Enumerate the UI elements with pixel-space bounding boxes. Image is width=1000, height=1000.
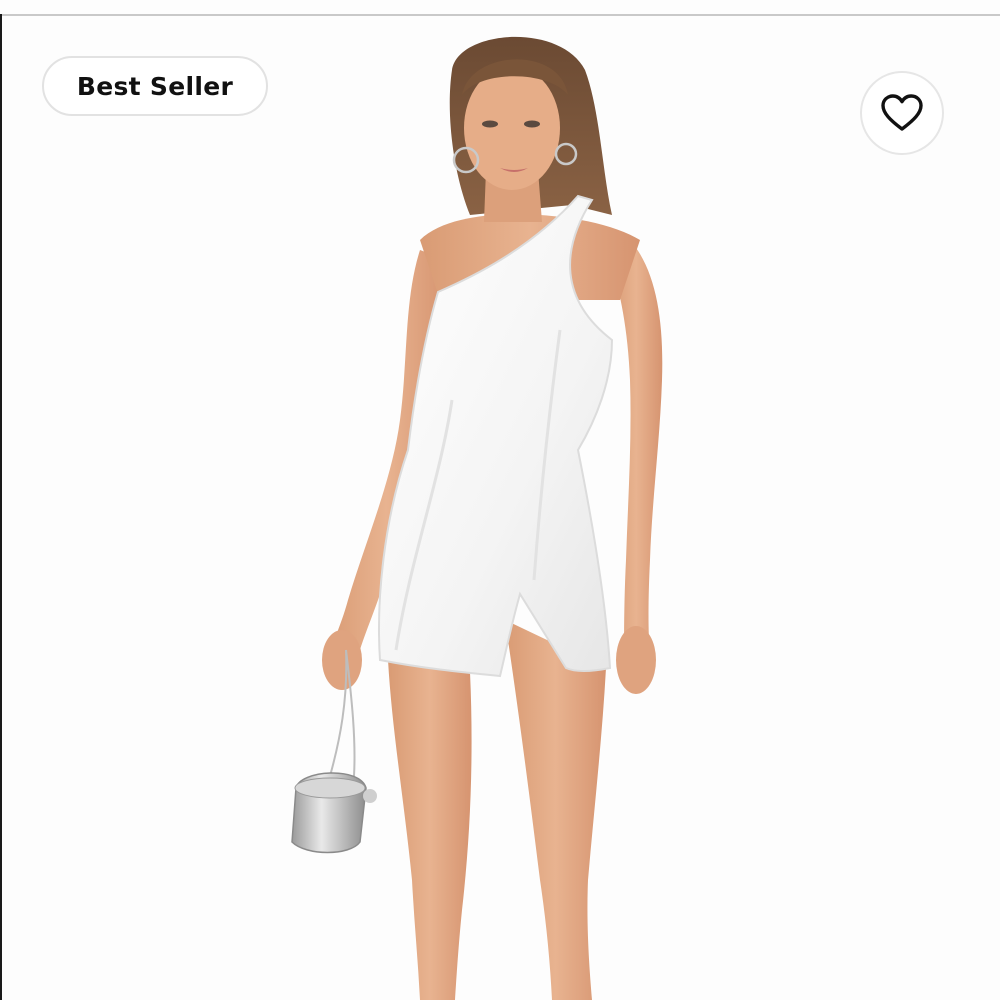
model-left-hand bbox=[616, 626, 656, 694]
like-button[interactable] bbox=[860, 71, 944, 155]
heart-outline-icon bbox=[881, 94, 923, 131]
top-divider bbox=[0, 14, 1000, 16]
model-right-leg bbox=[505, 620, 606, 1000]
left-edge bbox=[0, 14, 2, 1000]
listing-screen: Best Seller bbox=[0, 0, 1000, 1000]
model-right-hand bbox=[322, 630, 362, 690]
model-left-leg bbox=[388, 660, 472, 1000]
product-photo[interactable] bbox=[0, 0, 1000, 1000]
model-left-arm bbox=[610, 240, 663, 666]
best-seller-badge: Best Seller bbox=[42, 56, 268, 116]
